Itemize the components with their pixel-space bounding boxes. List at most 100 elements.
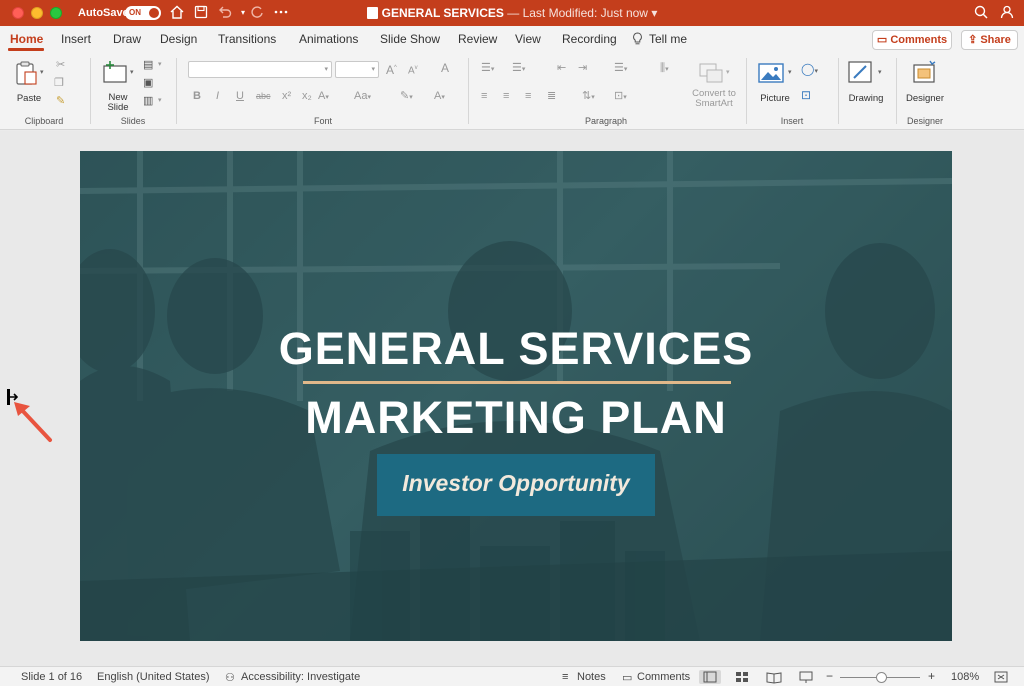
new-slide-button[interactable]: ▾ New Slide bbox=[98, 60, 138, 113]
slideshow-button[interactable] bbox=[795, 670, 817, 684]
paste-button[interactable]: ▾ Paste bbox=[12, 60, 46, 106]
tab-design[interactable]: Design bbox=[160, 32, 197, 46]
notes-button[interactable]: Notes bbox=[577, 671, 606, 683]
tab-transitions[interactable]: Transitions bbox=[218, 32, 276, 46]
search-icon[interactable] bbox=[972, 4, 990, 22]
tab-insert[interactable]: Insert bbox=[61, 32, 91, 46]
picture-label: Picture bbox=[760, 93, 790, 104]
zoom-level[interactable]: 108% bbox=[951, 671, 979, 683]
justify-icon[interactable]: ≣ bbox=[547, 89, 556, 103]
paste-label: Paste bbox=[16, 93, 42, 104]
undo-icon[interactable] bbox=[216, 4, 234, 22]
comments-pane-button[interactable]: Comments bbox=[637, 671, 690, 683]
line-spacing-icon[interactable]: ☰▾ bbox=[614, 61, 627, 77]
language-indicator[interactable]: English (United States) bbox=[97, 671, 210, 683]
superscript-button[interactable]: x² bbox=[282, 89, 291, 103]
align-right-icon[interactable]: ≡ bbox=[525, 89, 531, 103]
save-icon[interactable] bbox=[192, 4, 210, 22]
slide-title-line-2[interactable]: MARKETING PLAN bbox=[80, 392, 952, 444]
picture-button[interactable]: ▾ Picture bbox=[754, 60, 798, 104]
copy-icon[interactable]: ❐ bbox=[54, 76, 64, 90]
columns-icon[interactable]: ⫼▾ bbox=[660, 61, 669, 77]
align-left-icon[interactable]: ≡ bbox=[481, 89, 487, 103]
font-size-select[interactable]: ▾ bbox=[335, 61, 379, 78]
text-direction-icon[interactable]: ⇅▾ bbox=[582, 89, 595, 105]
reading-view-button[interactable] bbox=[763, 670, 785, 684]
change-case-button[interactable]: Aa▾ bbox=[354, 89, 371, 105]
new-slide-icon bbox=[103, 61, 127, 83]
smartart-label-2: SmartArt bbox=[695, 98, 733, 109]
redo-icon[interactable] bbox=[248, 4, 266, 22]
drawing-icon bbox=[848, 61, 872, 83]
font-name-select[interactable]: ▾ bbox=[188, 61, 332, 78]
highlight-icon[interactable]: ✎▾ bbox=[400, 89, 413, 105]
window-minimize-button[interactable] bbox=[31, 7, 43, 19]
autosave-knob bbox=[149, 8, 159, 18]
home-icon[interactable] bbox=[168, 4, 186, 22]
section-dropdown-icon[interactable]: ▾ bbox=[158, 94, 162, 108]
bullets-icon[interactable]: ☰▾ bbox=[481, 61, 494, 77]
accessibility-status[interactable]: Accessibility: Investigate bbox=[241, 671, 360, 683]
window-maximize-button[interactable] bbox=[50, 7, 62, 19]
zoom-in-button[interactable]: + bbox=[928, 669, 935, 683]
smartart-dropdown-icon: ▾ bbox=[726, 69, 730, 76]
text-effects-icon[interactable]: A▾ bbox=[318, 89, 329, 105]
slide-title-line-1[interactable]: GENERAL SERVICES bbox=[80, 323, 952, 375]
zoom-out-button[interactable]: − bbox=[826, 669, 833, 683]
slide-editor-canvas[interactable]: GENERAL SERVICES MARKETING PLAN Investor… bbox=[0, 131, 1024, 666]
paragraph-group-label: Paragraph bbox=[584, 116, 628, 126]
ribbon-divider bbox=[468, 58, 469, 124]
underline-button[interactable]: U bbox=[236, 89, 244, 103]
tab-slide-show[interactable]: Slide Show bbox=[380, 32, 440, 46]
tab-recording[interactable]: Recording bbox=[562, 32, 617, 46]
chevron-down-icon: ▾ bbox=[371, 66, 375, 73]
more-icon[interactable] bbox=[272, 4, 290, 22]
insert-group-label: Insert bbox=[780, 116, 804, 126]
tab-animations[interactable]: Animations bbox=[299, 32, 358, 46]
strikethrough-button[interactable]: abc bbox=[256, 89, 271, 103]
subscript-button[interactable]: x₂ bbox=[302, 89, 312, 103]
layout-dropdown-icon[interactable]: ▾ bbox=[158, 58, 162, 72]
increase-indent-icon[interactable]: ⇥ bbox=[578, 61, 587, 75]
numbering-icon[interactable]: ☰▾ bbox=[512, 61, 525, 77]
slide-subtitle[interactable]: Investor Opportunity bbox=[377, 470, 655, 497]
comments-button[interactable]: ▭ Comments bbox=[872, 30, 952, 50]
tab-home[interactable]: Home bbox=[10, 32, 43, 46]
fit-to-window-button[interactable] bbox=[992, 670, 1010, 684]
convert-to-smartart-button[interactable]: ▾ Convert to SmartArt bbox=[686, 60, 742, 112]
text-box-icon[interactable]: ⊡ bbox=[801, 88, 811, 102]
cut-icon[interactable]: ✂ bbox=[56, 58, 65, 72]
slide-sorter-button[interactable] bbox=[731, 670, 753, 684]
section-icon[interactable]: ▥ bbox=[143, 94, 153, 108]
normal-view-button[interactable] bbox=[699, 670, 721, 684]
format-painter-icon[interactable]: ✎ bbox=[56, 94, 65, 108]
decrease-indent-icon[interactable]: ⇤ bbox=[557, 61, 566, 75]
italic-button[interactable]: I bbox=[216, 89, 219, 103]
window-close-button[interactable] bbox=[12, 7, 24, 19]
tab-review[interactable]: Review bbox=[458, 32, 497, 46]
shrink-font-icon[interactable]: Av bbox=[408, 61, 418, 78]
align-center-icon[interactable]: ≡ bbox=[503, 89, 509, 103]
share-button[interactable]: ⇪ Share bbox=[961, 30, 1018, 50]
align-text-icon[interactable]: ⊡▾ bbox=[614, 89, 627, 105]
bold-button[interactable]: B bbox=[193, 89, 201, 103]
layout-icon[interactable]: ▤ bbox=[143, 58, 153, 72]
slide-1[interactable]: GENERAL SERVICES MARKETING PLAN Investor… bbox=[80, 151, 952, 641]
ribbon-divider bbox=[90, 58, 91, 124]
grow-font-icon[interactable]: A^ bbox=[386, 61, 397, 77]
font-group-label: Font bbox=[313, 116, 332, 126]
drawing-button[interactable]: ▾ Drawing bbox=[844, 60, 888, 104]
designer-label: Designer bbox=[905, 93, 945, 104]
zoom-slider-handle[interactable] bbox=[876, 672, 887, 683]
account-icon[interactable] bbox=[998, 4, 1016, 22]
reset-slide-icon[interactable]: ▣ bbox=[143, 76, 153, 90]
clear-formatting-icon[interactable]: A bbox=[441, 61, 449, 75]
tab-draw[interactable]: Draw bbox=[113, 32, 141, 46]
subtitle-box[interactable]: Investor Opportunity bbox=[377, 454, 655, 516]
shapes-icon[interactable]: ◯▾ bbox=[801, 62, 818, 79]
tab-view[interactable]: View bbox=[515, 32, 541, 46]
tab-tell-me[interactable]: Tell me bbox=[649, 32, 687, 46]
designer-button[interactable]: Designer bbox=[902, 60, 948, 104]
font-color-icon[interactable]: A▾ bbox=[434, 89, 445, 105]
autosave-toggle[interactable]: ON bbox=[125, 6, 161, 20]
